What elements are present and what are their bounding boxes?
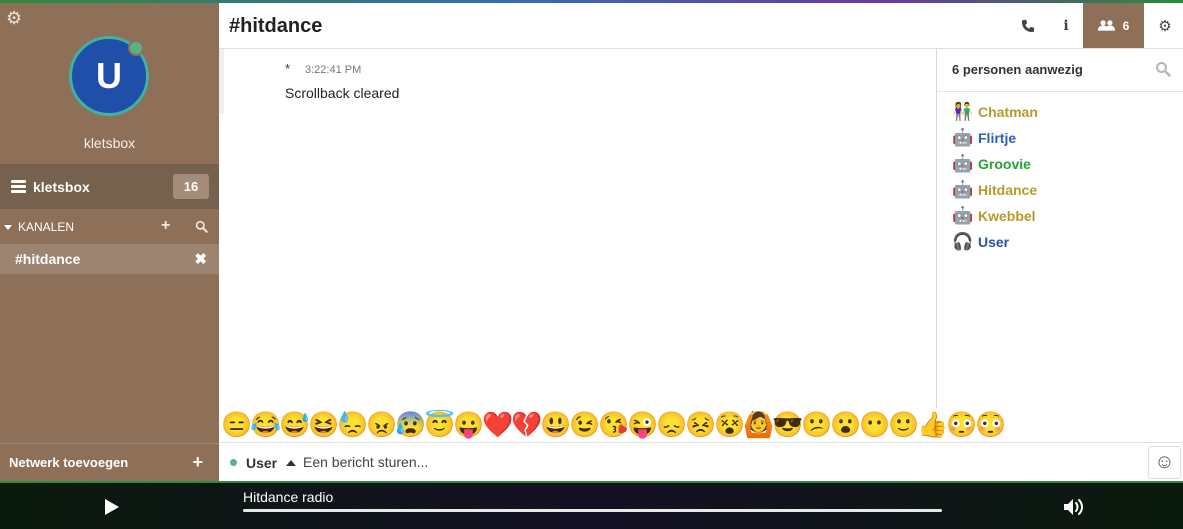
- nick-list: 👫 Chatman 🤖 Flirtje 🤖 Groovie 🤖 Hitdance…: [952, 99, 1038, 255]
- message-nick: *: [285, 61, 291, 76]
- close-channel-icon[interactable]: ✖: [194, 250, 207, 268]
- user-list-button[interactable]: 6: [1083, 3, 1144, 48]
- emoji-button[interactable]: 😳: [975, 410, 1006, 440]
- nick-name: Flirtje: [978, 130, 1017, 146]
- emoji-button[interactable]: 😵: [714, 410, 745, 440]
- channel-header: #hitdance i 6 ⚙: [219, 3, 1183, 49]
- sidebar: ⚙ U kletsbox kletsbox 16 KANALEN + #hitd…: [0, 3, 219, 481]
- play-icon[interactable]: [105, 499, 119, 515]
- emoji-button[interactable]: 😜: [627, 410, 658, 440]
- phone-icon[interactable]: [1015, 3, 1041, 48]
- search-channels-icon[interactable]: [195, 220, 208, 233]
- emoji-button[interactable]: 😣: [685, 410, 716, 440]
- current-nick[interactable]: User: [246, 455, 277, 471]
- emoji-button[interactable]: 😠: [366, 410, 397, 440]
- emoji-button[interactable]: 🙆: [743, 410, 774, 440]
- sidebar-item-hitdance[interactable]: #hitdance ✖: [0, 244, 219, 274]
- channels-header-label: KANALEN: [18, 220, 75, 234]
- nick-name: User: [978, 234, 1010, 250]
- emoji-button[interactable]: 😰: [395, 410, 426, 440]
- emoji-button[interactable]: 😳: [946, 410, 977, 440]
- emoji-button[interactable]: 😎: [772, 410, 803, 440]
- avatar-letter: U: [96, 55, 122, 96]
- nick-item-kwebbel[interactable]: 🤖 Kwebbel: [952, 203, 1038, 229]
- robot-icon: 🤖: [952, 128, 974, 147]
- plus-icon: +: [192, 452, 203, 472]
- emoji-button[interactable]: 😶: [859, 410, 890, 440]
- emoji-picker-smiley-icon[interactable]: ☺: [1148, 446, 1181, 479]
- settings-gear-icon[interactable]: ⚙: [6, 9, 24, 27]
- nicklist: 6 personen aanwezig 👫 Chatman 🤖 Flirtje …: [936, 49, 1183, 408]
- nick-item-chatman[interactable]: 👫 Chatman: [952, 99, 1038, 125]
- emoji-button[interactable]: 😮: [830, 410, 861, 440]
- nick-name: Kwebbel: [978, 208, 1036, 224]
- nick-item-user[interactable]: 🎧 User: [952, 229, 1038, 255]
- channel-label: #hitdance: [15, 251, 81, 267]
- server-icon: [11, 180, 26, 193]
- emoji-button[interactable]: 😂: [250, 410, 281, 440]
- emoji-button[interactable]: 😕: [801, 410, 832, 440]
- add-network-button[interactable]: Netwerk toevoegen +: [0, 443, 219, 481]
- online-status-dot: [230, 459, 237, 466]
- unread-badge: 16: [173, 174, 209, 199]
- emoji-button[interactable]: 😇: [424, 410, 455, 440]
- emoji-button[interactable]: 😛: [453, 410, 484, 440]
- message-list: * 3:22:41 PM Scrollback cleared: [219, 49, 936, 408]
- radio-player: Hitdance radio: [0, 481, 1183, 529]
- message-gutter: [219, 49, 224, 114]
- caret-down-icon: [4, 224, 12, 230]
- emoji-button[interactable]: 👍: [917, 410, 948, 440]
- robot-icon: 🤖: [952, 154, 974, 173]
- message-input-row: User ☺: [219, 442, 1183, 481]
- phone-glyph: [1021, 19, 1035, 32]
- nicklist-title: 6 personen aanwezig: [952, 62, 1083, 77]
- user-count: 6: [1122, 18, 1130, 33]
- add-network-label: Netwerk toevoegen: [9, 455, 129, 470]
- emoji-button[interactable]: 😑: [221, 410, 252, 440]
- nicklist-header: 6 personen aanwezig: [937, 49, 1183, 92]
- emoji-button[interactable]: 😓: [337, 410, 368, 440]
- volume-icon[interactable]: [1063, 497, 1085, 517]
- emoji-button[interactable]: 💔: [511, 410, 542, 440]
- progress-bar[interactable]: [243, 509, 942, 512]
- add-channel-plus-icon[interactable]: +: [161, 217, 170, 235]
- search-users-icon[interactable]: [1155, 61, 1171, 77]
- info-icon[interactable]: i: [1053, 3, 1079, 48]
- headphones-icon: 🎧: [952, 232, 974, 251]
- message-text: Scrollback cleared: [285, 85, 400, 101]
- emoji-button[interactable]: 😉: [569, 410, 600, 440]
- message-time: 3:22:41 PM: [305, 64, 362, 76]
- network-label: kletsbox: [33, 178, 90, 195]
- nick-name: Chatman: [978, 104, 1038, 120]
- nick-item-flirtje[interactable]: 🤖 Flirtje: [952, 125, 1038, 151]
- radio-title: Hitdance radio: [243, 489, 334, 505]
- robot-icon: 🤖: [952, 206, 974, 225]
- progress-fill: [243, 509, 942, 512]
- username: kletsbox: [83, 135, 136, 151]
- nick-name: Groovie: [978, 156, 1031, 172]
- couple-icon: 👫: [952, 102, 974, 121]
- nick-item-groovie[interactable]: 🤖 Groovie: [952, 151, 1038, 177]
- emoji-button[interactable]: 😆: [308, 410, 339, 440]
- emoji-button[interactable]: 🙂: [888, 410, 919, 440]
- users-icon: [1097, 20, 1115, 31]
- emoji-button[interactable]: 😅: [279, 410, 310, 440]
- emoji-button[interactable]: 😞: [656, 410, 687, 440]
- nick-name: Hitdance: [978, 182, 1038, 198]
- channels-header[interactable]: KANALEN +: [0, 215, 219, 239]
- robot-icon: 🤖: [952, 180, 974, 199]
- network-item[interactable]: kletsbox 16: [0, 164, 219, 209]
- page-title: #hitdance: [229, 15, 323, 37]
- channel-settings-gear-icon[interactable]: ⚙: [1152, 3, 1178, 48]
- message-input[interactable]: [303, 449, 1143, 475]
- caret-up-icon[interactable]: [286, 460, 296, 466]
- emoji-button[interactable]: 😘: [598, 410, 629, 440]
- online-status-dot: [128, 40, 144, 56]
- emoji-button[interactable]: 😃: [540, 410, 571, 440]
- nick-item-hitdance[interactable]: 🤖 Hitdance: [952, 177, 1038, 203]
- emoji-bar: 😑 😂 😅 😆 😓 😠 😰 😇 😛 ❤️ 💔 😃 😉 😘 😜 😞 😣 😵 🙆 😎 😕 😮 😶 🙂 👍 😳 😳: [219, 408, 1183, 442]
- emoji-button[interactable]: ❤️: [482, 410, 513, 440]
